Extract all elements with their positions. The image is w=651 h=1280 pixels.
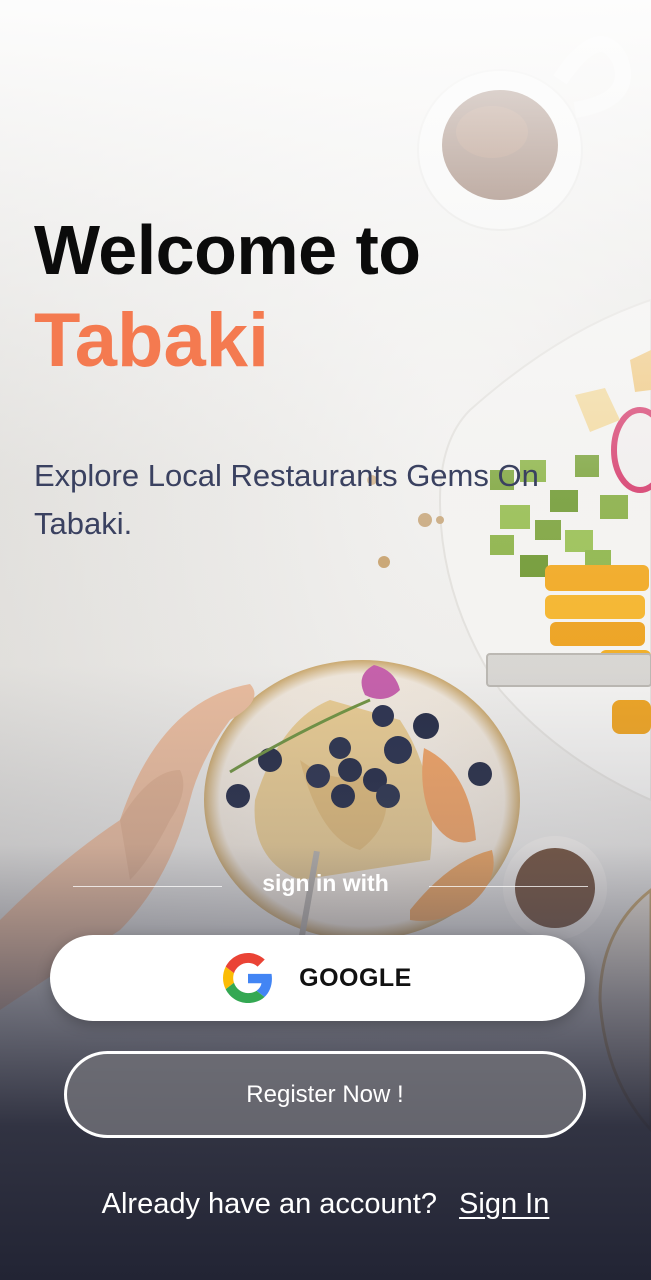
- register-now-button[interactable]: Register Now !: [64, 1051, 586, 1138]
- divider-left: [73, 886, 222, 887]
- sign-in-with-label: sign in with: [262, 870, 389, 896]
- google-button-label: GOOGLE: [299, 963, 412, 992]
- already-have-account-text: Already have an account?: [101, 1188, 437, 1220]
- divider-right: [429, 886, 588, 887]
- welcome-heading: Welcome to: [34, 211, 421, 289]
- footer: Already have an account? Sign In: [0, 1188, 651, 1221]
- welcome-screen: Welcome to Tabaki Explore Local Restaura…: [0, 0, 651, 1280]
- google-icon: [223, 953, 273, 1003]
- sign-in-link[interactable]: Sign In: [459, 1188, 549, 1220]
- google-sign-in-button[interactable]: GOOGLE: [50, 935, 585, 1021]
- tagline: Explore Local Restaurants Gems On Tabaki…: [34, 458, 539, 541]
- brand-name: Tabaki: [34, 298, 270, 383]
